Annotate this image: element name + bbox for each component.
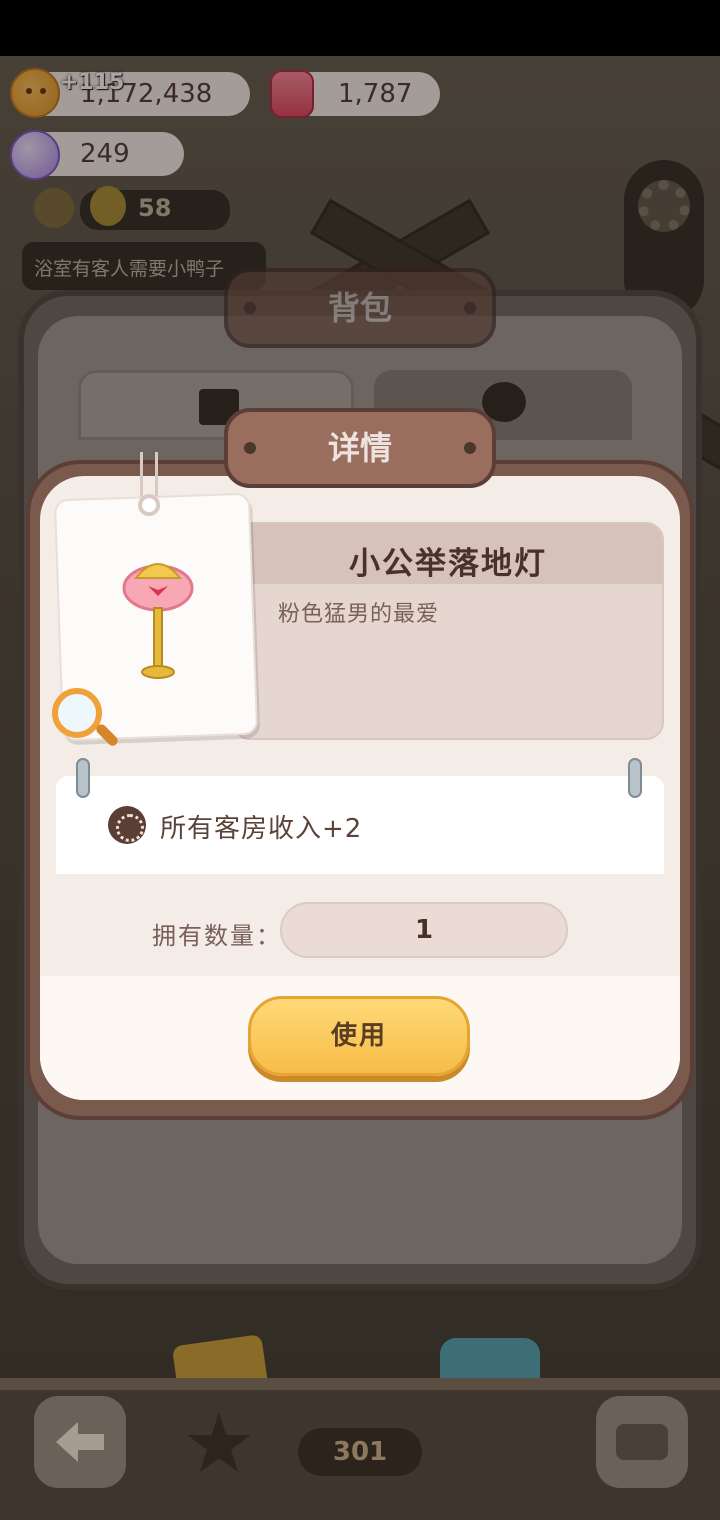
clip-right <box>628 758 642 798</box>
quantity-value: 1 <box>280 902 568 958</box>
item-info-card: 小公举落地灯 粉色猛男的最爱 <box>232 522 664 740</box>
tag-hole <box>137 493 161 517</box>
bottom-counter: 301 <box>298 1428 422 1476</box>
detail-title-banner: 详情 <box>224 408 496 488</box>
item-name: 小公举落地灯 <box>349 546 547 582</box>
sofa-button[interactable] <box>596 1396 688 1488</box>
effect-card-edge <box>56 860 664 874</box>
use-button[interactable]: 使用 <box>248 996 470 1076</box>
bottom-rail <box>0 1378 720 1390</box>
floor-lamp-icon <box>122 563 194 679</box>
detail-title: 详情 <box>327 429 392 467</box>
sofa-icon <box>616 1424 668 1460</box>
back-button[interactable] <box>34 1396 126 1488</box>
magnifier-icon[interactable] <box>52 688 102 738</box>
item-description: 粉色猛男的最爱 <box>278 602 440 627</box>
effect-text: 所有客房收入+2 <box>160 814 363 844</box>
cookie-small-icon <box>108 806 146 844</box>
clip-left <box>76 758 90 798</box>
status-bar <box>0 0 720 56</box>
back-arrow-icon <box>56 1422 104 1462</box>
quantity-label: 拥有数量： <box>152 922 282 950</box>
